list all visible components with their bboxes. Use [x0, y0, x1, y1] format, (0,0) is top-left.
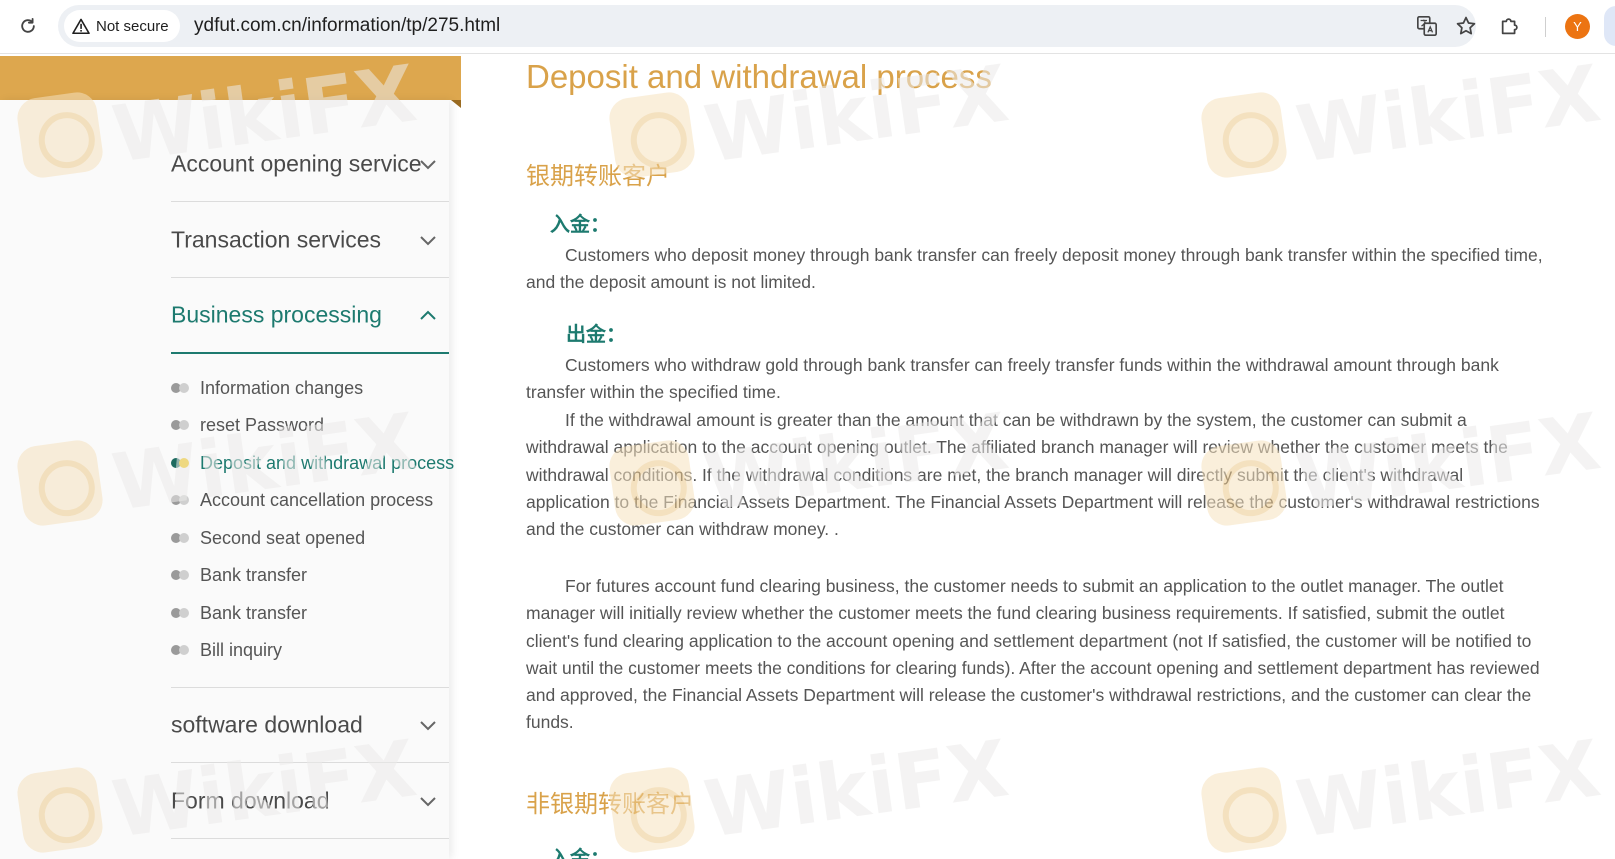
bullet-icon [171, 644, 191, 656]
toolbar-separator [1545, 17, 1546, 37]
sidebar-item-information-changes[interactable]: Information changes [171, 373, 449, 403]
sidebar-section-label: Business processing [171, 301, 382, 328]
chevron-down-icon [420, 159, 436, 169]
watermark: WikiFX [1198, 49, 1606, 181]
reload-button[interactable] [14, 12, 42, 40]
sidebar-section-transaction-services[interactable]: Transaction services [171, 202, 449, 278]
watermark-logo-icon [1198, 764, 1290, 856]
sidebar-header-band [0, 56, 461, 108]
sidebar-section-label: software download [171, 711, 363, 738]
sidebar-item-label: Bill inquiry [200, 639, 283, 660]
sidebar-section-business-processing[interactable]: Business processing [171, 278, 449, 354]
translate-icon [1417, 16, 1437, 36]
watermark-logo-icon [1198, 89, 1290, 181]
sidebar: Account opening service Transaction serv… [0, 100, 454, 859]
withdraw-paragraph-2: If the withdrawal amount is greater than… [526, 410, 1540, 540]
watermark-text: WikiFX [1291, 724, 1606, 856]
sidebar-item-deposit-withdrawal[interactable]: Deposit and withdrawal process [171, 448, 454, 478]
sidebar-item-label: Second seat opened [200, 527, 366, 548]
sidebar-section-label: Account opening service [171, 150, 422, 176]
deposit-paragraph: Customers who deposit money through bank… [526, 245, 1543, 293]
section2-deposit-label: 入金： [550, 846, 610, 859]
reload-icon [21, 18, 35, 33]
sidebar-section-form-download[interactable]: Form download [171, 763, 449, 839]
star-icon [1456, 16, 1476, 35]
section-title-bank-futures-transfer: 银期转账客户 [526, 162, 670, 190]
sidebar-item-second-seat[interactable]: Second seat opened [171, 523, 449, 553]
withdraw-paragraph-1: Customers who withdraw gold through bank… [526, 355, 1499, 403]
sidebar-section-software-download[interactable]: software download [171, 687, 449, 763]
address-bar[interactable]: Not secure ydfut.com.cn/information/tp/2… [58, 5, 1476, 47]
sidebar-item-label: Bank transfer [200, 564, 308, 585]
translate-button[interactable] [1414, 13, 1440, 39]
sidebar-item-label: Information changes [200, 377, 364, 398]
clearing-paragraph: For futures account fund clearing busine… [526, 576, 1540, 733]
puzzle-icon [1501, 18, 1518, 35]
section-title-non-bank-futures: 非银期转账客户 [526, 790, 694, 818]
chevron-up-icon [420, 310, 436, 320]
sidebar-item-label: reset Password [200, 414, 325, 435]
page-title: Deposit and withdrawal process [526, 58, 992, 95]
warning-triangle-icon [72, 18, 90, 34]
profile-avatar[interactable]: Y [1565, 14, 1590, 39]
deposit-label: 入金： [550, 212, 610, 236]
bullet-icon [171, 532, 191, 544]
bullet-icon [171, 607, 191, 619]
security-label: Not secure [96, 17, 169, 35]
watermark: WikiFX [1198, 724, 1606, 856]
sidebar-item-bank-transfer[interactable]: Bank transfer [171, 560, 449, 590]
bullet-icon [171, 494, 191, 506]
bookmark-button[interactable] [1453, 13, 1479, 39]
sidebar-item-label: Bank transfer [200, 602, 308, 623]
watermark-text: WikiFX [1291, 49, 1606, 181]
chevron-down-icon [420, 235, 436, 245]
url-text[interactable]: ydfut.com.cn/information/tp/275.html [194, 15, 500, 37]
side-panel-button[interactable] [1604, 6, 1615, 46]
security-indicator[interactable]: Not secure [64, 10, 180, 42]
sidebar-item-label: Account cancellation process [200, 489, 434, 510]
bullet-icon [171, 457, 191, 469]
chevron-down-icon [420, 721, 436, 731]
sidebar-item-bill-inquiry[interactable]: Bill inquiry [171, 635, 449, 665]
withdraw-label: 出金： [566, 322, 626, 346]
chevron-down-icon [420, 796, 436, 806]
sidebar-item-reset-password[interactable]: reset Password [171, 410, 449, 440]
extensions-button[interactable] [1496, 12, 1524, 40]
browser-toolbar: Not secure ydfut.com.cn/information/tp/2… [0, 0, 1615, 54]
sidebar-section-account-opening[interactable]: Account opening service [171, 126, 449, 202]
watermark-text: WikiFX [699, 724, 1014, 856]
sidebar-section-label: Form download [171, 787, 330, 813]
bullet-icon [171, 569, 191, 581]
bullet-icon [171, 382, 191, 394]
sidebar-item-label: Deposit and withdrawal process [200, 452, 455, 473]
sidebar-item-account-cancellation[interactable]: Account cancellation process [171, 485, 449, 515]
sidebar-section-label: Transaction services [171, 226, 382, 252]
sidebar-item-bank-transfer-2[interactable]: Bank transfer [171, 598, 449, 628]
bullet-icon [171, 419, 191, 431]
